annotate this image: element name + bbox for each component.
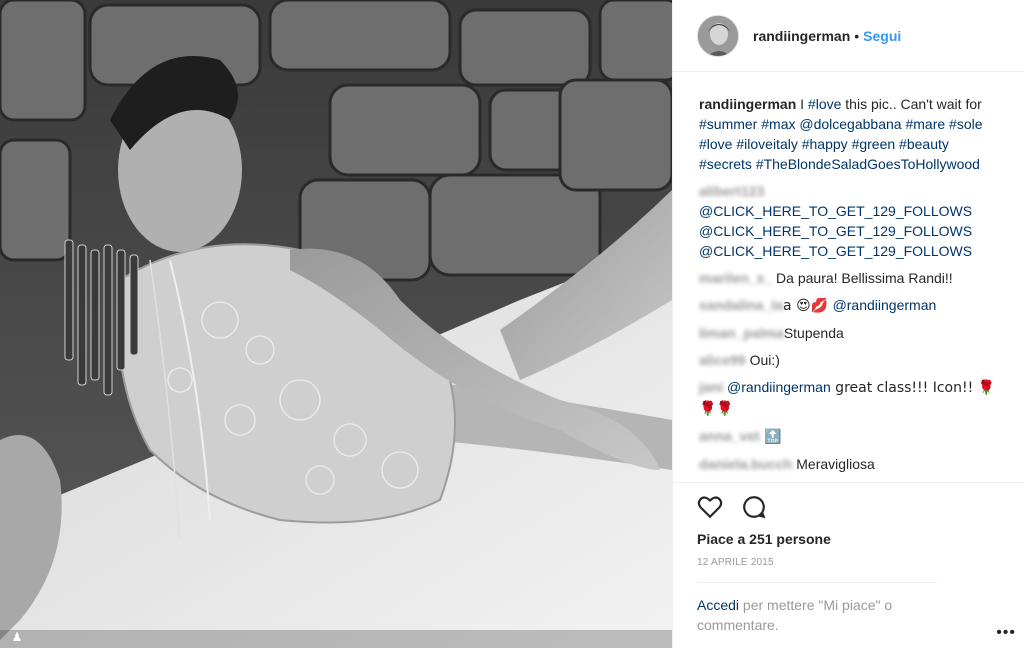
follow-button[interactable]: Segui xyxy=(863,28,901,44)
caption-hashtag[interactable]: #max xyxy=(761,116,795,132)
heart-icon[interactable] xyxy=(697,494,723,520)
caption-hashtag[interactable]: #summer xyxy=(699,116,757,132)
user-tag-icon[interactable]: ♟ xyxy=(10,630,24,644)
comment-text: 🔝 xyxy=(759,429,782,445)
comment-username[interactable]: anna_vet xyxy=(699,428,760,444)
header-separator: • xyxy=(854,27,860,44)
comment-username[interactable]: sandalina_la xyxy=(699,297,783,313)
caption-hashtag[interactable]: #happy xyxy=(802,136,848,152)
login-prompt: Accedi per mettere "Mi piace" o commenta… xyxy=(697,582,937,635)
action-icons xyxy=(697,483,1000,523)
comment-text: Da paura! Bellissima Randi!! xyxy=(772,270,953,286)
login-link[interactable]: Accedi xyxy=(697,597,739,613)
caption-hashtag[interactable]: #secrets xyxy=(699,156,752,172)
comment-item: alibert123 @CLICK_HERE_TO_GET_129_FOLLOW… xyxy=(699,181,1000,261)
post-actions: Piace a 251 persone 12 APRILE 2015 Acced… xyxy=(673,482,1024,648)
comment-item: daniela.bucch Meravigliosa xyxy=(699,454,1000,474)
post-side-panel: randiingerman • Segui randiingerman I #l… xyxy=(672,0,1024,648)
comment-username[interactable]: marilen_s_ xyxy=(699,270,772,286)
caption-hashtag[interactable]: #mare xyxy=(905,116,945,132)
comment-username[interactable]: alice99 xyxy=(699,352,746,368)
comment-username[interactable]: alibert123 xyxy=(699,183,764,199)
caption-hashtag[interactable]: #TheBlondeSaladGoesToHollywood xyxy=(756,156,980,172)
comment-username[interactable]: jani xyxy=(699,379,723,395)
caption-username[interactable]: randiingerman xyxy=(699,96,796,112)
comment-text: Stupenda xyxy=(783,325,844,341)
likes-count[interactable]: Piace a 251 persone xyxy=(697,531,1000,547)
post-header: randiingerman • Segui xyxy=(673,0,1024,72)
instagram-post: ♟ randiingerman • Segui randiingerman I … xyxy=(0,0,1024,648)
comment-item: liman_palmaStupenda xyxy=(699,323,1000,343)
comment-item: sandalina_laa 😍💋 @randiingerman xyxy=(699,295,1000,316)
comment-item: marilen_s_ Da paura! Bellissima Randi!! xyxy=(699,268,1000,288)
comment-text: a 😍💋 xyxy=(783,298,833,314)
more-options-icon[interactable]: ••• xyxy=(996,624,1016,642)
caption: randiingerman I #love this pic.. Can't w… xyxy=(699,94,1000,174)
comment-mention[interactable]: @CLICK_HERE_TO_GET_129_FOLLOWS @CLICK_HE… xyxy=(699,203,972,259)
comment-item: anna_vet 🔝 xyxy=(699,426,1000,447)
photo-illustration xyxy=(0,0,672,648)
comment-icon[interactable] xyxy=(741,494,767,520)
avatar[interactable] xyxy=(697,14,739,57)
comment-username[interactable]: daniela.bucch xyxy=(699,456,792,472)
comment-text: Oui:) xyxy=(745,352,780,368)
comment-username[interactable]: liman_palma xyxy=(699,325,784,341)
comment-mention[interactable]: @randiingerman xyxy=(833,297,937,313)
caption-hashtag[interactable]: #love xyxy=(808,96,841,112)
comment-item: jani @randiingerman great class!!! Icon!… xyxy=(699,377,1000,419)
comment-text: Meravigliosa xyxy=(792,456,875,472)
avatar-image xyxy=(698,15,738,56)
caption-hashtag[interactable]: #love xyxy=(699,136,732,152)
comments-list: randiingerman I #love this pic.. Can't w… xyxy=(673,72,1024,482)
caption-hashtag[interactable]: #iloveitaly xyxy=(736,136,797,152)
caption-text-fragment: I xyxy=(796,96,808,112)
caption-hashtag[interactable]: @dolcegabbana xyxy=(799,116,901,132)
caption-hashtag[interactable]: #sole xyxy=(949,116,982,132)
caption-hashtag[interactable]: #beauty xyxy=(899,136,949,152)
post-date: 12 APRILE 2015 xyxy=(697,557,774,568)
post-photo[interactable]: ♟ xyxy=(0,0,672,648)
comment-item: alice99 Oui:) xyxy=(699,350,1000,370)
comment-mention[interactable]: @randiingerman xyxy=(727,379,831,395)
caption-hashtag[interactable]: #green xyxy=(852,136,896,152)
header-username[interactable]: randiingerman xyxy=(753,28,850,44)
caption-text-fragment: this pic.. Can't wait for xyxy=(841,96,982,112)
